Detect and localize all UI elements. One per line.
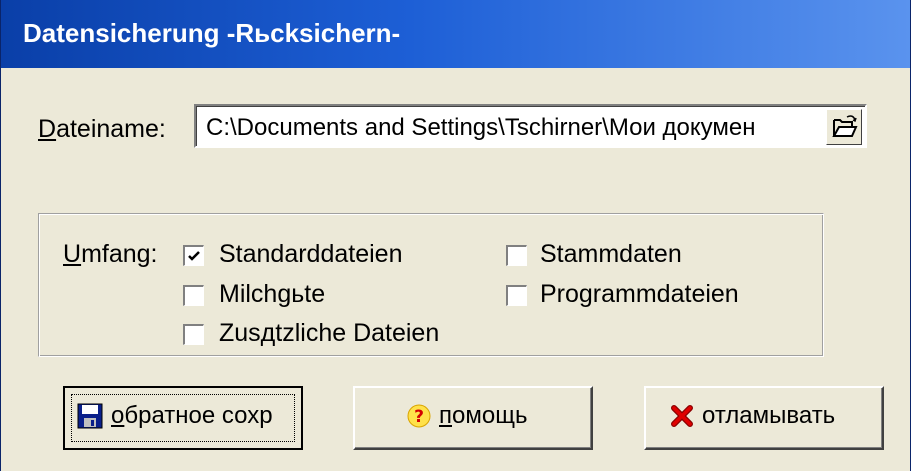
filename-label-text: ateiname: [56,115,166,143]
filename-value[interactable]: C:\Documents and Settings\Tschirner\Мои … [206,114,818,142]
backup-restore-dialog: Datensicherung -Rьcksichern- Dateiname: … [0,0,911,471]
help-button[interactable]: ? п омощь [353,386,593,450]
checkbox-label-zusaetzliche-dateien[interactable]: Zusдtzliche Dateien [219,319,439,348]
checkbox-zusaetzliche-dateien[interactable] [183,324,204,345]
filename-field[interactable]: C:\Documents and Settings\Tschirner\Мои … [194,104,867,148]
red-x-icon [671,405,693,427]
checkbox-label-programmdateien[interactable]: Programmdateien [540,280,739,309]
floppy-disk-icon [77,403,103,429]
checkbox-standarddateien[interactable] [183,245,204,266]
checkbox-milchguete[interactable] [183,285,204,306]
restore-button[interactable]: о братное сохр [63,386,303,450]
scope-label-text: mfang: [81,240,158,268]
checkbox-label-milchguete[interactable]: Milchgьte [219,280,325,309]
restore-button-accel: о [111,402,125,429]
cancel-button[interactable]: отламывать [644,386,884,450]
help-button-accel: п [439,402,452,429]
browse-button[interactable] [826,109,862,145]
checkbox-stammdaten[interactable] [506,245,527,266]
filename-label-accel: D [38,115,57,143]
checkbox-label-stammdaten[interactable]: Stammdaten [540,240,682,269]
title-bar[interactable]: Datensicherung -Rьcksichern- [1,0,910,68]
scope-label-accel: U [63,240,82,268]
checkbox-programmdateien[interactable] [506,285,527,306]
checkbox-label-standarddateien[interactable]: Standarddateien [219,240,402,269]
svg-text:?: ? [414,407,424,427]
open-folder-icon [832,115,858,137]
restore-button-label: братное сохр [124,402,273,429]
question-mark-icon: ? [407,404,431,428]
help-button-label: омощь [452,402,528,429]
filename-label: Dateiname: [38,115,166,144]
window-title: Datensicherung -Rьcksichern- [23,18,401,48]
cancel-button-label: отламывать [702,402,836,429]
checkmark-icon [188,251,200,261]
scope-label: Umfang: [63,240,158,269]
